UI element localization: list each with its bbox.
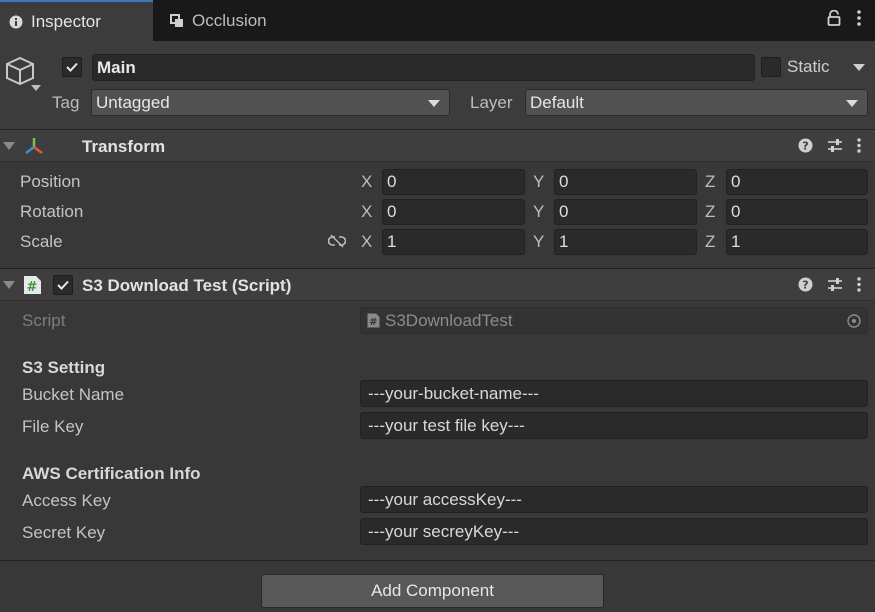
layer-dropdown[interactable]: Default bbox=[525, 89, 868, 116]
transform-title: Transform bbox=[82, 137, 166, 156]
position-y-field[interactable]: 0 bbox=[554, 169, 697, 195]
presets-icon[interactable] bbox=[827, 138, 843, 153]
scale-y-field[interactable]: 1 bbox=[554, 229, 697, 255]
gameobject-cube-icon[interactable] bbox=[4, 55, 36, 87]
static-dropdown-icon[interactable] bbox=[853, 64, 865, 71]
file-key-field[interactable]: ---your test file key--- bbox=[360, 412, 868, 439]
transform-header[interactable]: Transform ? bbox=[0, 129, 875, 162]
layer-dropdown-value: Default bbox=[530, 93, 584, 112]
svg-text:?: ? bbox=[802, 279, 808, 292]
script-object-value: S3DownloadTest bbox=[385, 311, 513, 330]
info-icon bbox=[9, 15, 23, 28]
scale-label: Scale bbox=[20, 232, 63, 251]
scale-x-field[interactable]: 1 bbox=[382, 229, 525, 255]
secret-key-label: Secret Key bbox=[22, 523, 106, 542]
axis-x-label[interactable]: X bbox=[361, 172, 372, 192]
checkmark-icon bbox=[57, 280, 69, 290]
svg-text:#: # bbox=[369, 317, 377, 328]
rotation-x-field[interactable]: 0 bbox=[382, 199, 525, 225]
script-object-field[interactable]: # S3DownloadTest bbox=[360, 307, 868, 334]
access-key-label: Access Key bbox=[22, 491, 111, 510]
static-checkbox[interactable] bbox=[761, 57, 781, 77]
foldout-arrow-icon[interactable] bbox=[3, 281, 15, 289]
position-z-field[interactable]: 0 bbox=[726, 169, 868, 195]
axis-y-label[interactable]: Y bbox=[533, 172, 544, 192]
tab-inspector-label: Inspector bbox=[31, 11, 101, 31]
axis-z-label[interactable]: Z bbox=[705, 202, 715, 222]
chevron-down-icon bbox=[428, 100, 440, 107]
active-checkbox[interactable] bbox=[62, 57, 82, 77]
transform-body: Position X 0 Y 0 Z 0 Rotation X 0 Y 0 Z … bbox=[0, 162, 875, 268]
s3-setting-header: S3 Setting bbox=[22, 358, 106, 377]
script-enabled-checkbox[interactable] bbox=[53, 275, 73, 295]
access-key-field[interactable]: ---your accessKey--- bbox=[360, 486, 868, 513]
icon-dropdown-arrow-icon[interactable] bbox=[31, 85, 41, 91]
layer-label: Layer bbox=[470, 93, 513, 112]
bucket-name-field[interactable]: ---your-bucket-name--- bbox=[360, 380, 868, 407]
object-name-field[interactable]: Main bbox=[92, 54, 755, 81]
component-menu-icon[interactable] bbox=[857, 277, 861, 292]
foldout-arrow-icon[interactable] bbox=[3, 142, 15, 150]
unlink-icon[interactable] bbox=[328, 234, 346, 248]
axis-z-label[interactable]: Z bbox=[705, 232, 715, 252]
static-label: Static bbox=[787, 57, 830, 76]
scale-z-field[interactable]: 1 bbox=[726, 229, 868, 255]
file-key-label: File Key bbox=[22, 417, 84, 436]
occlusion-icon bbox=[170, 13, 183, 27]
help-icon[interactable]: ? bbox=[798, 277, 813, 292]
component-menu-icon[interactable] bbox=[857, 138, 861, 153]
tab-occlusion[interactable]: Occlusion bbox=[170, 0, 267, 41]
svg-text:#: # bbox=[27, 280, 38, 295]
script-file-icon: # bbox=[367, 313, 380, 328]
help-icon[interactable]: ? bbox=[798, 138, 813, 153]
axis-y-label[interactable]: Y bbox=[533, 232, 544, 252]
chevron-down-icon bbox=[846, 100, 858, 107]
bucket-name-label: Bucket Name bbox=[22, 385, 125, 404]
script-component-body: Script # S3DownloadTest S3 Setting Bucke… bbox=[0, 301, 875, 560]
tab-occlusion-label: Occlusion bbox=[192, 10, 267, 30]
script-label: Script bbox=[22, 311, 66, 330]
axis-y-label[interactable]: Y bbox=[533, 202, 544, 222]
position-label: Position bbox=[20, 172, 81, 191]
secret-key-field[interactable]: ---your secreyKey--- bbox=[360, 518, 868, 545]
object-picker-icon[interactable] bbox=[847, 314, 861, 328]
tab-inspector[interactable]: Inspector bbox=[0, 0, 153, 41]
add-component-button[interactable]: Add Component bbox=[261, 574, 604, 608]
csharp-script-icon: # bbox=[24, 276, 41, 295]
axis-x-label[interactable]: X bbox=[361, 202, 372, 222]
tab-bar: Inspector Occlusion bbox=[0, 0, 875, 41]
presets-icon[interactable] bbox=[827, 277, 843, 292]
rotation-z-field[interactable]: 0 bbox=[726, 199, 868, 225]
rotation-label: Rotation bbox=[20, 202, 84, 221]
more-options-icon[interactable] bbox=[857, 10, 861, 26]
tag-dropdown[interactable]: Untagged bbox=[91, 89, 450, 116]
tag-dropdown-value: Untagged bbox=[96, 93, 170, 112]
rotation-y-field[interactable]: 0 bbox=[554, 199, 697, 225]
tag-label: Tag bbox=[52, 93, 80, 112]
script-component-header[interactable]: # S3 Download Test (Script) ? bbox=[0, 268, 875, 301]
position-x-field[interactable]: 0 bbox=[382, 169, 525, 195]
axis-z-label[interactable]: Z bbox=[705, 172, 715, 192]
lock-icon[interactable] bbox=[827, 10, 841, 26]
svg-text:?: ? bbox=[802, 140, 808, 153]
transform-icon bbox=[25, 138, 43, 154]
checkmark-icon bbox=[66, 62, 78, 72]
inspector-footer: Add Component bbox=[0, 560, 875, 612]
script-component-title: S3 Download Test (Script) bbox=[82, 276, 292, 295]
gameobject-header: Main Static Tag Untagged Layer Default bbox=[0, 41, 875, 129]
aws-certification-header: AWS Certification Info bbox=[22, 464, 201, 483]
axis-x-label[interactable]: X bbox=[361, 232, 372, 252]
